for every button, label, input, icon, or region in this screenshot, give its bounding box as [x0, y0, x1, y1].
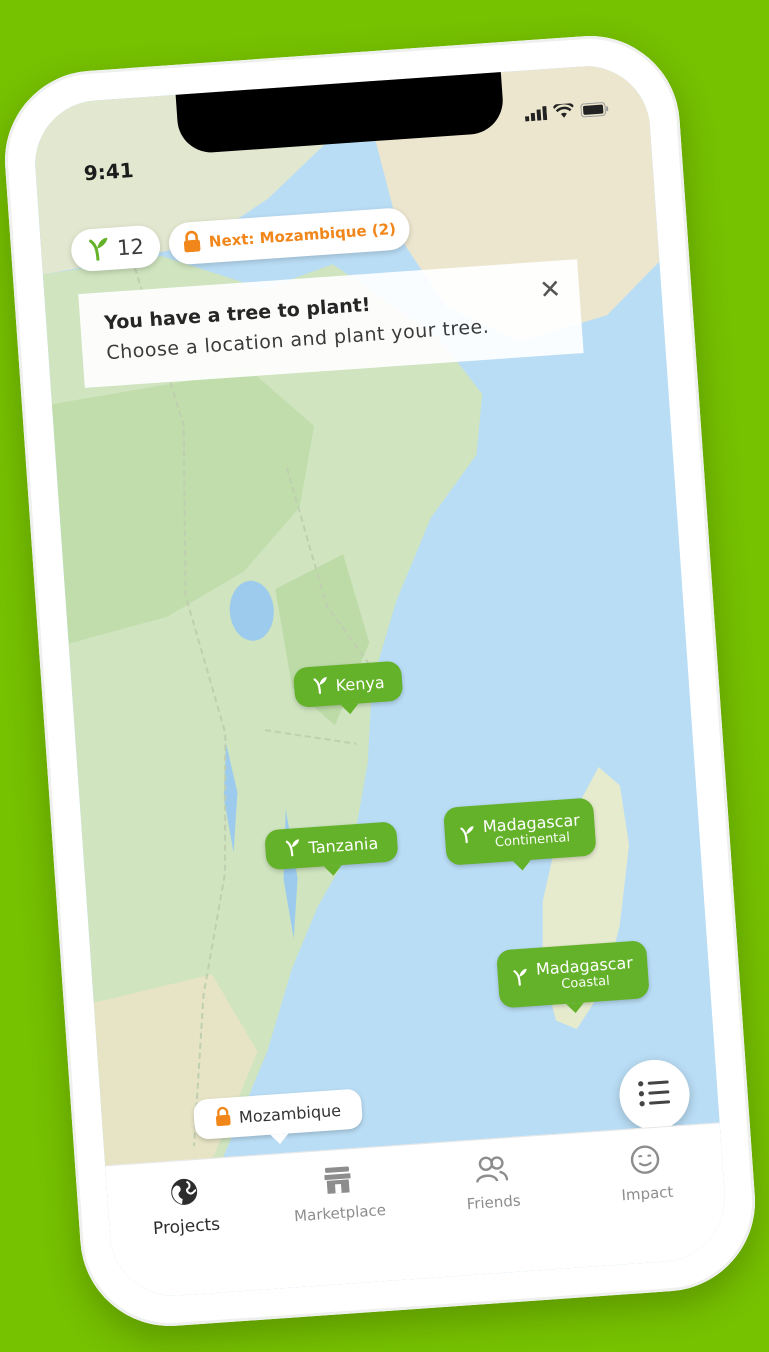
- close-icon[interactable]: ✕: [538, 274, 562, 305]
- pin-label: Kenya: [335, 672, 386, 695]
- map-pin-madagascar-coastal[interactable]: Madagascar Coastal: [496, 940, 650, 1009]
- sprout-icon: [512, 965, 530, 990]
- tree-count: 12: [116, 234, 145, 261]
- app-screen: 9:41 12 Next: Mozambique (2) You have a …: [30, 61, 730, 1301]
- tab-marketplace[interactable]: Marketplace: [277, 1162, 401, 1226]
- lock-icon: [214, 1105, 232, 1130]
- sprout-icon: [311, 674, 329, 699]
- sprout-icon: [86, 234, 110, 265]
- tab-label: Friends: [466, 1191, 522, 1214]
- signal-icon: [524, 105, 548, 125]
- globe-icon: [168, 1176, 200, 1212]
- tab-label: Impact: [620, 1182, 674, 1205]
- sprout-icon: [284, 836, 302, 861]
- pin-label: Mozambique: [238, 1100, 342, 1127]
- status-time: 9:41: [83, 157, 135, 186]
- phone-frame: 9:41 12 Next: Mozambique (2) You have a …: [0, 29, 762, 1333]
- smile-icon: [629, 1144, 661, 1180]
- friends-icon: [474, 1154, 509, 1188]
- sprout-icon: [459, 823, 477, 848]
- map-pin-madagascar-continental[interactable]: Madagascar Continental: [443, 797, 597, 866]
- map-pin-kenya[interactable]: Kenya: [292, 660, 404, 708]
- next-project-label: Next: Mozambique (2): [208, 219, 397, 251]
- pin-label: Tanzania: [307, 833, 379, 857]
- tree-counter-chip[interactable]: 12: [69, 224, 162, 273]
- tab-impact[interactable]: Impact: [584, 1141, 708, 1207]
- list-icon: [638, 1079, 672, 1111]
- tab-friends[interactable]: Friends: [431, 1151, 555, 1215]
- tab-label: Marketplace: [293, 1200, 387, 1226]
- tab-projects[interactable]: Projects: [123, 1173, 247, 1241]
- wifi-icon: [552, 101, 575, 123]
- tab-label: Projects: [152, 1214, 221, 1240]
- battery-icon: [580, 101, 609, 122]
- phone-mockup: 9:41 12 Next: Mozambique (2) You have a …: [0, 29, 762, 1333]
- lock-icon: [182, 229, 202, 256]
- store-icon: [322, 1165, 354, 1199]
